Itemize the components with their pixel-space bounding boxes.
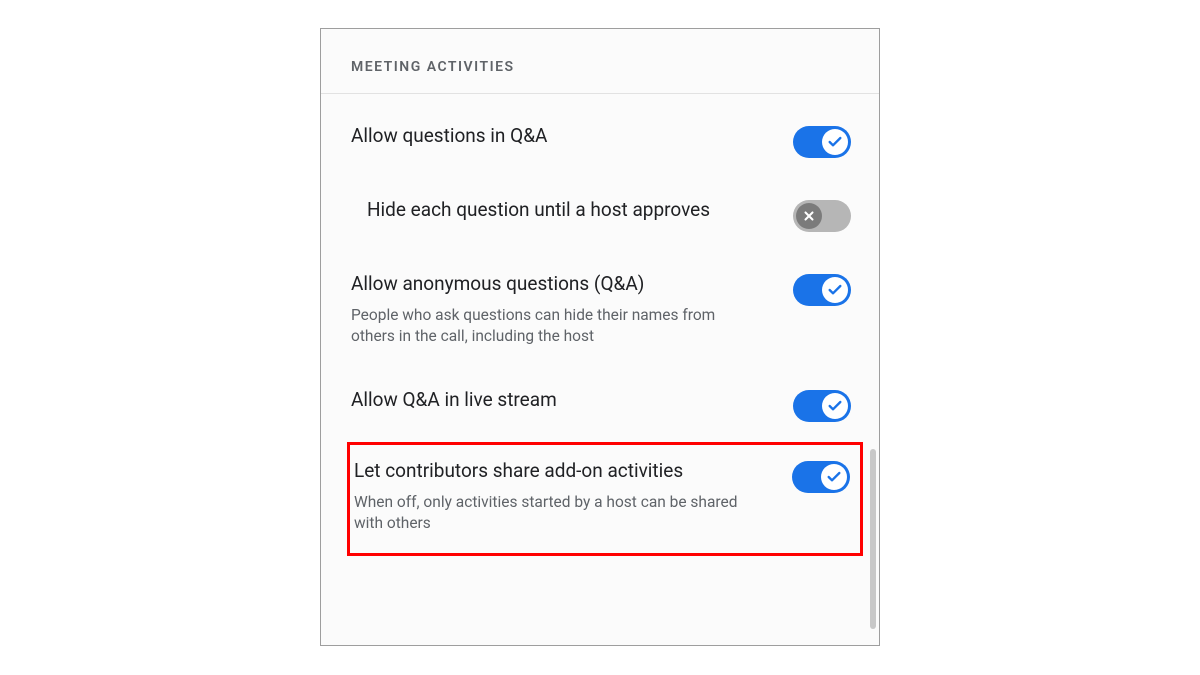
setting-allow-questions: Allow questions in Q&A [351,104,861,178]
setting-allow-live-stream: Allow Q&A in live stream [351,368,861,442]
setting-allow-anonymous: Allow anonymous questions (Q&A) People w… [351,252,861,368]
setting-text: Allow anonymous questions (Q&A) People w… [351,272,773,348]
toggle-knob [822,393,848,419]
toggle-hide-until-approved[interactable] [793,200,851,232]
setting-label: Allow anonymous questions (Q&A) [351,272,763,297]
x-icon [802,209,816,223]
toggle-knob [821,464,847,490]
setting-label: Let contributors share add-on activities [354,459,762,484]
check-icon [826,469,842,485]
toggle-knob [796,203,822,229]
settings-list: Allow questions in Q&A Hide each questio… [321,94,879,566]
toggle-contributors-share[interactable] [792,461,850,493]
setting-desc: When off, only activities started by a h… [354,492,762,535]
scrollbar[interactable] [870,449,876,629]
setting-hide-until-approved: Hide each question until a host approves [351,178,861,252]
panel-title: MEETING ACTIVITIES [351,59,849,75]
setting-text: Hide each question until a host approves [367,198,773,223]
check-icon [827,282,843,298]
setting-label: Allow Q&A in live stream [351,388,763,413]
setting-contributors-share: Let contributors share add-on activities… [347,442,863,556]
panel-header: MEETING ACTIVITIES [321,29,879,94]
toggle-allow-questions[interactable] [793,126,851,158]
setting-desc: People who ask questions can hide their … [351,305,763,348]
setting-text: Allow Q&A in live stream [351,388,773,413]
setting-label: Hide each question until a host approves [367,198,763,223]
setting-text: Allow questions in Q&A [351,124,773,149]
toggle-allow-anonymous[interactable] [793,274,851,306]
toggle-knob [822,277,848,303]
settings-panel: MEETING ACTIVITIES Allow questions in Q&… [320,28,880,646]
check-icon [827,134,843,150]
toggle-allow-live-stream[interactable] [793,390,851,422]
toggle-knob [822,129,848,155]
setting-text: Let contributors share add-on activities… [350,459,772,535]
setting-label: Allow questions in Q&A [351,124,763,149]
check-icon [827,398,843,414]
